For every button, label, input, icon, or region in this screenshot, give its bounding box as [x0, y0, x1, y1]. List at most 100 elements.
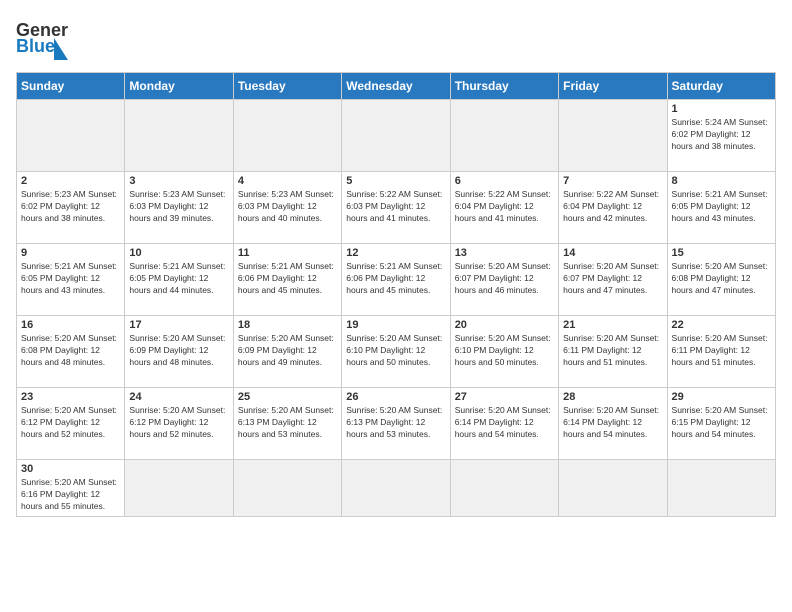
day-number: 8: [672, 175, 771, 187]
header-sunday: Sunday: [17, 73, 125, 100]
cell-info: Sunrise: 5:21 AM Sunset: 6:05 PM Dayligh…: [21, 261, 120, 297]
page-header: General Blue: [16, 16, 776, 60]
day-number: 17: [129, 319, 228, 331]
calendar-cell: 7 Sunrise: 5:22 AM Sunset: 6:04 PM Daylig…: [559, 172, 667, 244]
calendar-cell: 4 Sunrise: 5:23 AM Sunset: 6:03 PM Daylig…: [233, 172, 341, 244]
day-number: 3: [129, 175, 228, 187]
day-number: 15: [672, 247, 771, 259]
calendar-cell: 29Sunrise: 5:20 AM Sunset: 6:15 PM Dayli…: [667, 388, 775, 460]
day-number: 13: [455, 247, 554, 259]
day-number: 24: [129, 391, 228, 403]
calendar-cell: 12Sunrise: 5:21 AM Sunset: 6:06 PM Dayli…: [342, 244, 450, 316]
cell-info: Sunrise: 5:22 AM Sunset: 6:04 PM Dayligh…: [563, 189, 662, 225]
calendar-cell: [450, 460, 558, 517]
cell-info: Sunrise: 5:20 AM Sunset: 6:10 PM Dayligh…: [455, 333, 554, 369]
day-number: 1: [672, 103, 771, 115]
cell-info: Sunrise: 5:21 AM Sunset: 6:05 PM Dayligh…: [672, 189, 771, 225]
cell-info: Sunrise: 5:20 AM Sunset: 6:09 PM Dayligh…: [129, 333, 228, 369]
calendar-cell: [342, 100, 450, 172]
cell-info: Sunrise: 5:20 AM Sunset: 6:08 PM Dayligh…: [21, 333, 120, 369]
day-number: 30: [21, 463, 120, 475]
calendar-cell: 26 Sunrise: 5:20 AM Sunset: 6:13 PM Dayli…: [342, 388, 450, 460]
day-number: 26: [346, 391, 445, 403]
day-number: 9: [21, 247, 120, 259]
calendar-cell: [342, 460, 450, 517]
calendar-cell: 30Sunrise: 5:20 AM Sunset: 6:16 PM Dayli…: [17, 460, 125, 517]
cell-info: Sunrise: 5:20 AM Sunset: 6:07 PM Dayligh…: [455, 261, 554, 297]
header-friday: Friday: [559, 73, 667, 100]
calendar-cell: 10Sunrise: 5:21 AM Sunset: 6:05 PM Dayli…: [125, 244, 233, 316]
day-number: 27: [455, 391, 554, 403]
day-number: 25: [238, 391, 337, 403]
cell-info: Sunrise: 5:20 AM Sunset: 6:13 PM Dayligh…: [346, 405, 445, 441]
day-number: 11: [238, 247, 337, 259]
calendar-cell: 19Sunrise: 5:20 AM Sunset: 6:10 PM Dayli…: [342, 316, 450, 388]
cell-info: Sunrise: 5:20 AM Sunset: 6:07 PM Dayligh…: [563, 261, 662, 297]
calendar-cell: 9 Sunrise: 5:21 AM Sunset: 6:05 PM Daylig…: [17, 244, 125, 316]
calendar-cell: 3 Sunrise: 5:23 AM Sunset: 6:03 PM Daylig…: [125, 172, 233, 244]
day-number: 16: [21, 319, 120, 331]
calendar-cell: [559, 460, 667, 517]
calendar-cell: [559, 100, 667, 172]
calendar-cell: [233, 100, 341, 172]
cell-info: Sunrise: 5:20 AM Sunset: 6:12 PM Dayligh…: [129, 405, 228, 441]
calendar-cell: 23 Sunrise: 5:20 AM Sunset: 6:12 PM Dayli…: [17, 388, 125, 460]
day-number: 20: [455, 319, 554, 331]
day-number: 22: [672, 319, 771, 331]
cell-info: Sunrise: 5:21 AM Sunset: 6:06 PM Dayligh…: [346, 261, 445, 297]
calendar-cell: 18Sunrise: 5:20 AM Sunset: 6:09 PM Dayli…: [233, 316, 341, 388]
day-number: 14: [563, 247, 662, 259]
header-saturday: Saturday: [667, 73, 775, 100]
cell-info: Sunrise: 5:23 AM Sunset: 6:03 PM Dayligh…: [238, 189, 337, 225]
calendar-header-row: SundayMondayTuesdayWednesdayThursdayFrid…: [17, 73, 776, 100]
calendar-cell: 17 Sunrise: 5:20 AM Sunset: 6:09 PM Dayli…: [125, 316, 233, 388]
day-number: 4: [238, 175, 337, 187]
header-thursday: Thursday: [450, 73, 558, 100]
calendar-cell: 15Sunrise: 5:20 AM Sunset: 6:08 PM Dayli…: [667, 244, 775, 316]
cell-info: Sunrise: 5:22 AM Sunset: 6:04 PM Dayligh…: [455, 189, 554, 225]
calendar-cell: [667, 460, 775, 517]
calendar-week-4: 16 Sunrise: 5:20 AM Sunset: 6:08 PM Dayli…: [17, 316, 776, 388]
calendar-cell: 25Sunrise: 5:20 AM Sunset: 6:13 PM Dayli…: [233, 388, 341, 460]
cell-info: Sunrise: 5:20 AM Sunset: 6:14 PM Dayligh…: [455, 405, 554, 441]
calendar-cell: 1 Sunrise: 5:24 AM Sunset: 6:02 PM Daylig…: [667, 100, 775, 172]
cell-info: Sunrise: 5:20 AM Sunset: 6:11 PM Dayligh…: [563, 333, 662, 369]
calendar-cell: [125, 460, 233, 517]
calendar-cell: 22Sunrise: 5:20 AM Sunset: 6:11 PM Dayli…: [667, 316, 775, 388]
cell-info: Sunrise: 5:23 AM Sunset: 6:03 PM Dayligh…: [129, 189, 228, 225]
calendar-cell: [125, 100, 233, 172]
calendar-cell: [17, 100, 125, 172]
cell-info: Sunrise: 5:20 AM Sunset: 6:12 PM Dayligh…: [21, 405, 120, 441]
logo-icon: General Blue: [16, 16, 68, 60]
calendar-cell: 20 Sunrise: 5:20 AM Sunset: 6:10 PM Dayli…: [450, 316, 558, 388]
calendar-cell: 8 Sunrise: 5:21 AM Sunset: 6:05 PM Daylig…: [667, 172, 775, 244]
calendar-cell: [233, 460, 341, 517]
calendar-cell: 16 Sunrise: 5:20 AM Sunset: 6:08 PM Dayli…: [17, 316, 125, 388]
calendar-week-5: 23 Sunrise: 5:20 AM Sunset: 6:12 PM Dayli…: [17, 388, 776, 460]
calendar-cell: 13 Sunrise: 5:20 AM Sunset: 6:07 PM Dayli…: [450, 244, 558, 316]
calendar-cell: 5Sunrise: 5:22 AM Sunset: 6:03 PM Daylig…: [342, 172, 450, 244]
calendar-cell: 14 Sunrise: 5:20 AM Sunset: 6:07 PM Dayli…: [559, 244, 667, 316]
calendar-cell: 21Sunrise: 5:20 AM Sunset: 6:11 PM Dayli…: [559, 316, 667, 388]
day-number: 7: [563, 175, 662, 187]
calendar-cell: 28Sunrise: 5:20 AM Sunset: 6:14 PM Dayli…: [559, 388, 667, 460]
header-monday: Monday: [125, 73, 233, 100]
calendar-cell: 6 Sunrise: 5:22 AM Sunset: 6:04 PM Daylig…: [450, 172, 558, 244]
calendar-week-6: 30Sunrise: 5:20 AM Sunset: 6:16 PM Dayli…: [17, 460, 776, 517]
day-number: 6: [455, 175, 554, 187]
cell-info: Sunrise: 5:20 AM Sunset: 6:10 PM Dayligh…: [346, 333, 445, 369]
day-number: 2: [21, 175, 120, 187]
calendar-cell: [450, 100, 558, 172]
logo: General Blue: [16, 16, 68, 60]
cell-info: Sunrise: 5:24 AM Sunset: 6:02 PM Dayligh…: [672, 117, 771, 153]
cell-info: Sunrise: 5:23 AM Sunset: 6:02 PM Dayligh…: [21, 189, 120, 225]
cell-info: Sunrise: 5:21 AM Sunset: 6:06 PM Dayligh…: [238, 261, 337, 297]
cell-info: Sunrise: 5:20 AM Sunset: 6:14 PM Dayligh…: [563, 405, 662, 441]
calendar-week-1: 1 Sunrise: 5:24 AM Sunset: 6:02 PM Daylig…: [17, 100, 776, 172]
header-wednesday: Wednesday: [342, 73, 450, 100]
day-number: 29: [672, 391, 771, 403]
day-number: 5: [346, 175, 445, 187]
day-number: 23: [21, 391, 120, 403]
day-number: 10: [129, 247, 228, 259]
cell-info: Sunrise: 5:20 AM Sunset: 6:09 PM Dayligh…: [238, 333, 337, 369]
